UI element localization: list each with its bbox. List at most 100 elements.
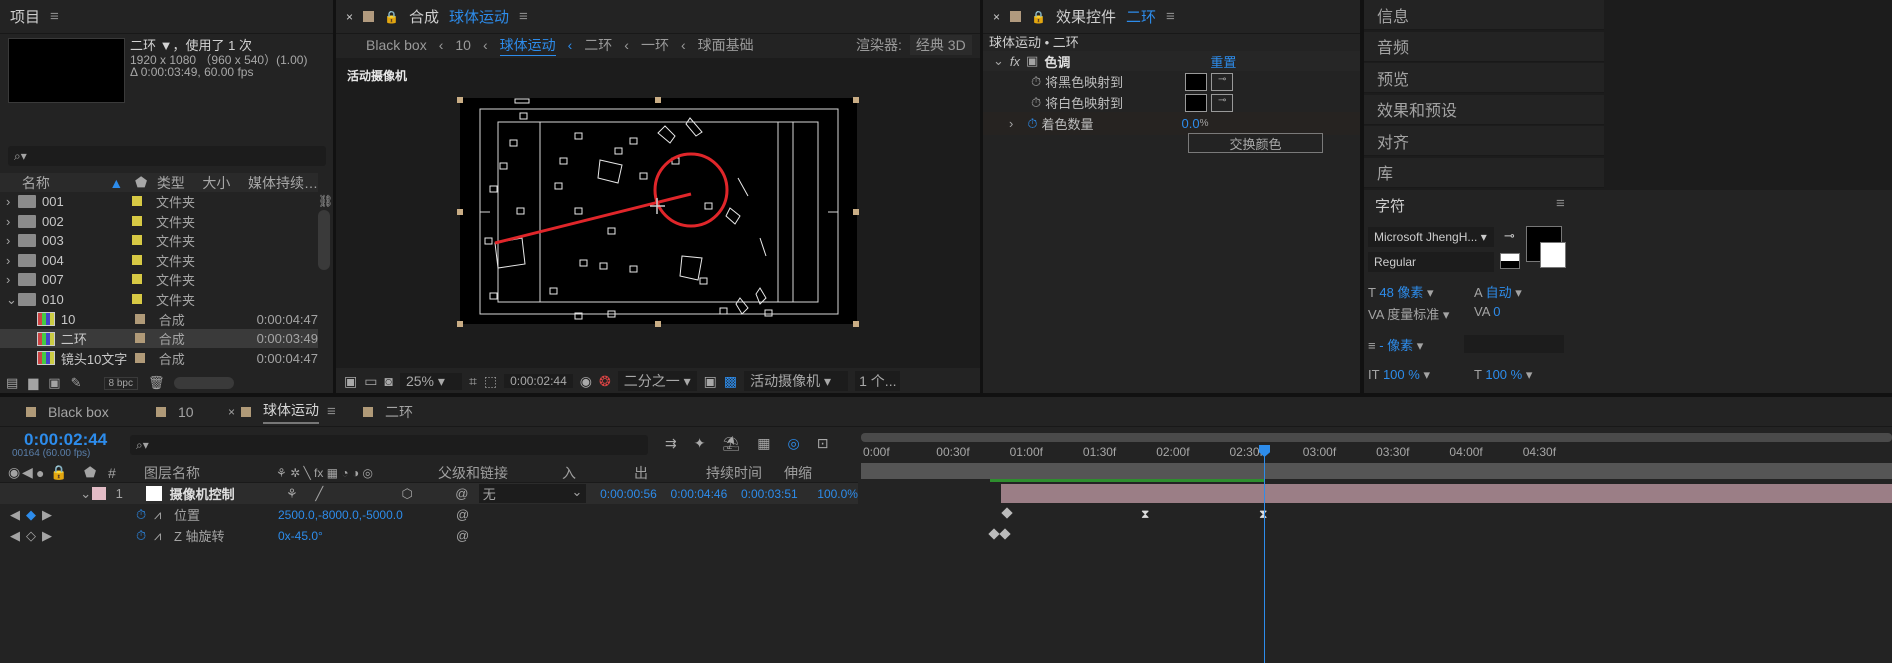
layer-name[interactable]: 摄像机控制 [170, 484, 286, 503]
audio-icon[interactable]: ◀ [22, 464, 36, 481]
keyframe[interactable] [1001, 507, 1013, 519]
timeline-current-time[interactable]: 0:00:02:44 [24, 430, 107, 450]
playhead[interactable] [1264, 445, 1265, 663]
search-input[interactable]: ⌕▾ [8, 146, 326, 166]
label-color[interactable] [132, 196, 142, 206]
hscale-row[interactable]: T 100 % ▾ [1474, 367, 1532, 383]
col-duration[interactable]: 媒体持续… [248, 173, 318, 193]
close-icon[interactable]: × [346, 10, 353, 24]
stopwatch-icon[interactable]: ⏱ [136, 507, 154, 523]
leading[interactable]: 自动 [1486, 285, 1512, 300]
visibility-icon[interactable]: ◉ [8, 464, 22, 481]
label-color[interactable] [132, 274, 142, 285]
mask-icon[interactable]: ◙ [384, 373, 392, 389]
layer-color[interactable] [91, 487, 106, 500]
handle[interactable] [853, 321, 859, 327]
project-row[interactable]: 镜头10文字 合成 0:00:04:47 [0, 349, 318, 368]
stroke-type-select[interactable] [1464, 335, 1564, 353]
handle[interactable] [853, 209, 859, 215]
shy-icon[interactable]: ⛱ [722, 435, 740, 452]
col-in[interactable]: 入 [562, 463, 634, 483]
label-color[interactable] [132, 294, 142, 304]
crumb-current[interactable]: 球体运动 [499, 35, 556, 56]
col-stretch[interactable]: 伸缩 [784, 463, 812, 483]
stopwatch-icon[interactable]: ⏱ [1031, 74, 1041, 90]
col-parent[interactable]: 父级和链接 [438, 463, 562, 483]
stretch[interactable]: 100.0% [817, 487, 858, 501]
chevron-right-icon[interactable]: › [6, 272, 18, 287]
panel-tab-5[interactable]: 库 [1364, 157, 1604, 188]
shy-switch[interactable]: ⚘ [286, 486, 315, 502]
leading-row[interactable]: A 自动 ▾ [1474, 282, 1522, 301]
label-color[interactable] [135, 313, 146, 324]
kerning[interactable]: 度量标准 [1387, 307, 1439, 322]
effects-target[interactable]: 二环 [1126, 6, 1156, 27]
expression-icon[interactable]: @ [456, 507, 469, 522]
black-white-icon[interactable] [1500, 253, 1520, 269]
work-area-bar[interactable] [861, 463, 1892, 479]
time-ruler[interactable]: 0:00f 00:30f 01:00f 01:30f 02:00f 02:30f 03:00… [861, 442, 1892, 462]
current-time[interactable]: 0:00:02:44 [504, 374, 573, 388]
pen-icon[interactable]: ✎ [71, 375, 82, 391]
chevron-down-icon[interactable]: ⌄ [993, 53, 1004, 69]
roi-icon[interactable]: ▣ [704, 373, 717, 390]
bpc-button[interactable]: 8 bpc [103, 376, 138, 390]
tracking[interactable]: 0 [1493, 304, 1500, 319]
col-out[interactable]: 出 [634, 463, 706, 483]
parent-select[interactable]: 无 ⌄ [478, 484, 587, 503]
graph-icon[interactable]: ⩘ [154, 528, 174, 544]
handle[interactable] [457, 209, 463, 215]
label-color[interactable] [135, 352, 146, 363]
vscale[interactable]: 100 % [1383, 367, 1420, 382]
handle[interactable] [457, 97, 463, 103]
chevron-right-icon[interactable]: › [6, 194, 18, 209]
stopwatch-icon[interactable]: ⏱ [1027, 116, 1037, 132]
zrotation-value[interactable]: 0x-45.0° [278, 529, 456, 543]
graph-editor-icon[interactable]: ⊡ [817, 435, 829, 452]
time-navigator[interactable] [861, 433, 1892, 442]
interpret-icon[interactable]: ▤ [6, 375, 18, 391]
keyframe[interactable]: ⧗ [1141, 507, 1149, 522]
tracking-row[interactable]: VA 0 [1474, 304, 1501, 319]
project-row[interactable]: › 003 文件夹 [0, 231, 318, 250]
project-row[interactable]: › 004 文件夹 [0, 251, 318, 270]
eyedropper-icon[interactable]: ⊸ [1211, 72, 1234, 91]
col-type[interactable]: 类型 [157, 173, 203, 193]
project-row[interactable]: › 001 文件夹 [0, 192, 318, 211]
panel-tab-4[interactable]: 对齐 [1364, 126, 1604, 156]
graph-icon[interactable]: ⩘ [154, 507, 174, 523]
effect-row[interactable]: ⌄ fx ▣ 色调 重置 [983, 51, 1360, 71]
tab-10[interactable]: 10 [178, 404, 228, 420]
menu-icon[interactable]: ≡ [327, 403, 363, 420]
label-color[interactable] [132, 235, 142, 246]
zoom-select[interactable]: 25% ▾ [399, 372, 462, 390]
out-point[interactable]: 0:00:04:46 [671, 487, 741, 501]
close-icon[interactable]: × [993, 10, 1000, 24]
expression-icon[interactable]: @ [456, 528, 469, 543]
fx-icon[interactable]: fx [1010, 54, 1020, 69]
tab-blackbox[interactable]: Black box [48, 404, 156, 420]
keyframe[interactable] [999, 528, 1011, 540]
transparency-icon[interactable]: ▩ [724, 373, 737, 390]
renderer-select[interactable]: 经典 3D [909, 35, 972, 55]
handle[interactable] [655, 321, 661, 327]
3d-layer-icon[interactable]: ⬡ [401, 486, 455, 502]
chevron-right-icon[interactable]: › [6, 253, 18, 268]
tab-ring2[interactable]: 二环 [385, 402, 413, 422]
solo-icon[interactable]: ● [36, 465, 50, 481]
scrollbar[interactable] [318, 210, 330, 270]
project-row[interactable]: 二环 合成 0:00:03:49 [0, 329, 318, 349]
monitor-icon[interactable]: ▭ [364, 373, 377, 390]
crumb-ring1[interactable]: 一环 [641, 35, 669, 55]
handle[interactable] [457, 321, 463, 327]
add-keyframe-icon[interactable]: ◇ [26, 528, 42, 544]
stroke-row[interactable]: ≡ - 像素 ▾ [1368, 335, 1423, 354]
tab-active[interactable]: 球体运动 [263, 400, 320, 424]
project-row[interactable]: 10 合成 0:00:04:47 [0, 310, 318, 329]
panel-tab-3[interactable]: 效果和预设 [1364, 94, 1604, 125]
label-color[interactable] [132, 215, 142, 226]
prev-keyframe-icon[interactable]: ◀ [10, 507, 26, 523]
layer-search[interactable]: ⌕▾ [130, 435, 648, 455]
col-size[interactable]: 大小 [202, 173, 248, 193]
amount-value[interactable]: 0.0 [1181, 116, 1199, 131]
